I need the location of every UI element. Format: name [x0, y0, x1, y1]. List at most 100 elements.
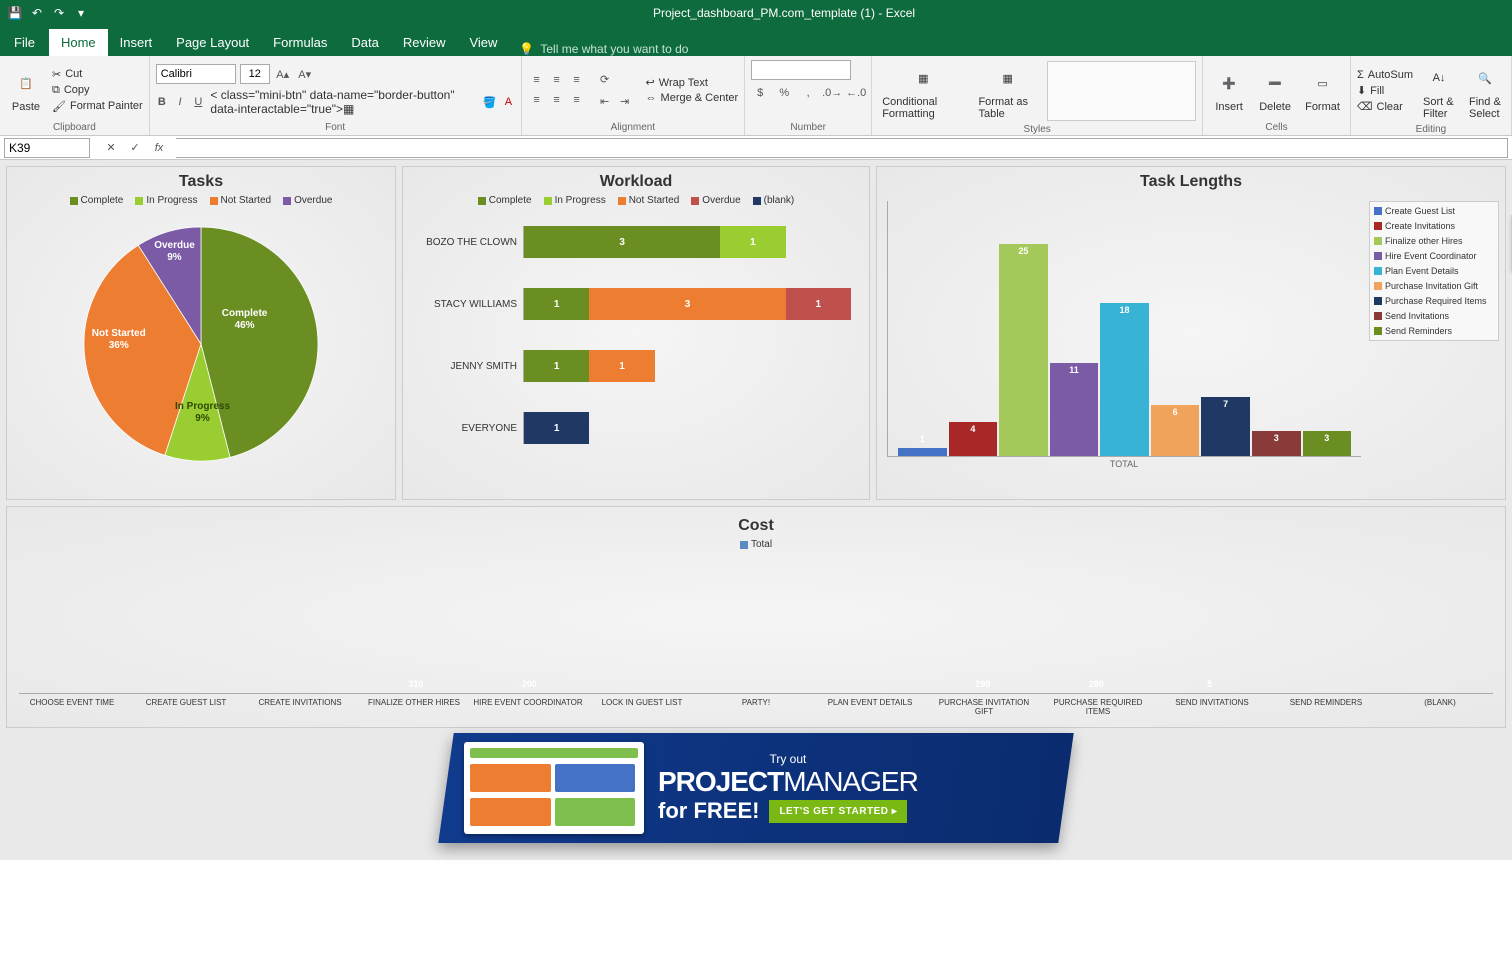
insert-cells-button[interactable]: ➕Insert [1209, 65, 1249, 115]
underline-button[interactable]: U [192, 93, 204, 111]
formula-input[interactable] [176, 138, 1508, 158]
conditional-formatting-button[interactable]: ▦Conditional Formatting [878, 60, 968, 122]
name-box[interactable] [4, 138, 90, 158]
workload-title: Workload [403, 173, 869, 191]
align-right-icon[interactable]: ≡ [568, 91, 586, 109]
number-format-select[interactable] [751, 60, 851, 80]
tasks-pie-chart: Complete 46% In Progress 9% Not Started … [71, 214, 331, 474]
pie-label-complete: Complete 46% [222, 308, 268, 332]
task-lengths-chart: 142511186733 [887, 201, 1361, 457]
tasks-panel: Tasks CompleteIn ProgressNot StartedOver… [6, 166, 396, 500]
font-name-input[interactable] [156, 64, 236, 84]
format-icon: ▭ [1307, 67, 1339, 99]
workload-chart: BOZO THE CLOWN31STACY WILLIAMS131JENNY S… [403, 210, 869, 472]
font-color-button[interactable]: A [502, 93, 514, 111]
tell-me[interactable]: 💡 Tell me what you want to do [519, 42, 688, 56]
orientation-icon[interactable]: ⟳ [596, 70, 614, 88]
table-icon: ▦ [992, 62, 1024, 94]
sort-filter-icon: A↓ [1423, 62, 1455, 94]
tab-data[interactable]: Data [339, 29, 390, 56]
font-size-input[interactable] [240, 64, 270, 84]
align-center-icon[interactable]: ≡ [548, 91, 566, 109]
task-lengths-title: Task Lengths [877, 173, 1505, 191]
promo-banner[interactable]: Try out PROJECTMANAGER for FREE!LET'S GE… [6, 728, 1506, 848]
bold-button[interactable]: B [156, 93, 168, 111]
currency-icon[interactable]: $ [751, 84, 769, 102]
tab-view[interactable]: View [457, 29, 509, 56]
brush-icon: 🖌 [52, 100, 66, 113]
cost-xlabels: CHOOSE EVENT TIMECREATE GUEST LISTCREATE… [15, 698, 1497, 716]
group-alignment: ≡ ≡ ≡ ≡ ≡ ≡ ⟳ ⇤ ⇥ ↩Wrap Text ⇔Merge & Ce… [522, 56, 746, 135]
tab-page-layout[interactable]: Page Layout [164, 29, 261, 56]
promo-thumbnail [464, 742, 644, 834]
formula-bar: ✕ ✓ fx [0, 136, 1512, 160]
redo-icon[interactable]: ↷ [52, 6, 66, 20]
ribbon: 📋 Paste ✂Cut ⧉Copy 🖌Format Painter Clipb… [0, 56, 1512, 136]
cond-format-icon: ▦ [907, 62, 939, 94]
cut-button[interactable]: ✂Cut [52, 68, 143, 81]
sort-filter-button[interactable]: A↓Sort & Filter [1419, 60, 1459, 122]
increase-font-icon[interactable]: A▴ [274, 65, 292, 83]
tab-insert[interactable]: Insert [108, 29, 165, 56]
fill-color-button[interactable]: 🪣 [483, 93, 497, 111]
workload-panel: Workload CompleteIn ProgressNot StartedO… [402, 166, 870, 500]
format-cells-button[interactable]: ▭Format [1301, 65, 1344, 115]
decrease-font-icon[interactable]: A▾ [296, 65, 314, 83]
merge-center-button[interactable]: ⇔Merge & Center [646, 92, 739, 104]
group-number: $ % , .0→ ←.0 Number [745, 56, 872, 135]
align-left-icon[interactable]: ≡ [528, 91, 546, 109]
autosum-button[interactable]: ΣAutoSum [1357, 69, 1413, 81]
undo-icon[interactable]: ↶ [30, 6, 44, 20]
workload-legend: CompleteIn ProgressNot StartedOverdue(bl… [403, 195, 869, 206]
align-middle-icon[interactable]: ≡ [548, 71, 566, 89]
find-select-button[interactable]: 🔍Find & Select [1465, 60, 1505, 122]
ribbon-tabs: File Home Insert Page Layout Formulas Da… [0, 26, 1512, 56]
wrap-icon: ↩ [646, 76, 655, 89]
promo-try-text: Try out [658, 752, 918, 766]
increase-decimal-icon[interactable]: .0→ [823, 84, 841, 102]
percent-icon[interactable]: % [775, 84, 793, 102]
wrap-text-button[interactable]: ↩Wrap Text [646, 76, 739, 89]
delete-cells-button[interactable]: ➖Delete [1255, 65, 1295, 115]
task-lengths-xlabel: TOTAL [887, 459, 1361, 469]
italic-button[interactable]: I [174, 93, 186, 111]
fx-icon[interactable]: fx [150, 139, 168, 157]
copy-button[interactable]: ⧉Copy [52, 84, 143, 97]
window-title: Project_dashboard_PM.com_template (1) - … [96, 6, 1472, 20]
tasks-legend: CompleteIn ProgressNot StartedOverdue [7, 195, 395, 206]
fill-button[interactable]: ⬇Fill [1357, 84, 1413, 97]
decrease-indent-icon[interactable]: ⇤ [596, 92, 614, 110]
copy-icon: ⧉ [52, 84, 60, 97]
paste-button[interactable]: 📋 Paste [6, 65, 46, 115]
search-icon: 🔍 [1469, 62, 1501, 94]
comma-icon[interactable]: , [799, 84, 817, 102]
group-styles: ▦Conditional Formatting ▦Format as Table… [872, 56, 1203, 135]
cost-chart: 3102002902805 [19, 554, 1493, 694]
group-font: A▴ A▾ B I U < class="mini-btn" data-name… [150, 56, 522, 135]
task-lengths-panel: Task Lengths 142511186733 TOTAL Create G… [876, 166, 1506, 500]
insert-icon: ➕ [1213, 67, 1245, 99]
tab-home[interactable]: Home [49, 29, 108, 56]
cost-panel: Cost Total 3102002902805 CHOOSE EVENT TI… [6, 506, 1506, 728]
qat-customize-icon[interactable]: ▾ [74, 6, 88, 20]
save-icon[interactable]: 💾 [8, 6, 22, 20]
tab-review[interactable]: Review [391, 29, 458, 56]
align-top-icon[interactable]: ≡ [528, 71, 546, 89]
promo-cta-button[interactable]: LET'S GET STARTED ▸ [769, 800, 907, 823]
align-bottom-icon[interactable]: ≡ [568, 71, 586, 89]
format-painter-button[interactable]: 🖌Format Painter [52, 100, 143, 113]
scissors-icon: ✂ [52, 68, 61, 81]
lightbulb-icon: 💡 [519, 42, 534, 56]
merge-icon: ⇔ [646, 92, 657, 104]
pie-label-inprogress: In Progress 9% [175, 401, 230, 425]
tab-formulas[interactable]: Formulas [261, 29, 339, 56]
cell-styles-gallery[interactable] [1047, 61, 1196, 121]
tab-file[interactable]: File [0, 29, 49, 56]
cancel-formula-icon[interactable]: ✕ [102, 139, 120, 157]
eraser-icon: ⌫ [1357, 100, 1373, 113]
format-as-table-button[interactable]: ▦Format as Table [974, 60, 1040, 122]
enter-formula-icon[interactable]: ✓ [126, 139, 144, 157]
increase-indent-icon[interactable]: ⇥ [616, 92, 634, 110]
clear-button[interactable]: ⌫Clear [1357, 100, 1413, 113]
decrease-decimal-icon[interactable]: ←.0 [847, 84, 865, 102]
